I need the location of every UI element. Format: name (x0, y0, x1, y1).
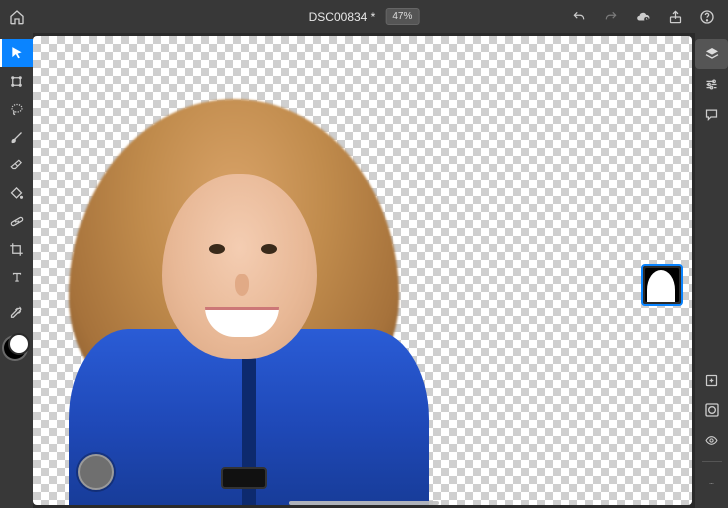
sliders-icon (704, 77, 719, 92)
healing-tool[interactable] (0, 207, 33, 235)
lasso-tool[interactable] (0, 95, 33, 123)
color-swatches[interactable] (4, 327, 30, 355)
zoom-level[interactable]: 47% (385, 8, 419, 25)
eyedropper-tool[interactable] (0, 299, 33, 327)
touch-shortcut[interactable] (78, 454, 114, 490)
left-toolbar (0, 33, 33, 508)
crop-icon (9, 242, 24, 257)
document-title: DSC00834 * (309, 10, 376, 24)
help-icon (699, 9, 715, 25)
cursor-icon (10, 45, 24, 61)
more-icon (704, 481, 719, 486)
undo-button[interactable] (570, 8, 588, 26)
transform-icon (9, 74, 24, 89)
share-icon (668, 9, 683, 25)
lasso-icon (9, 102, 25, 117)
brush-tool[interactable] (0, 123, 33, 151)
crop-tool[interactable] (0, 235, 33, 263)
divider (702, 461, 722, 462)
top-bar: DSC00834 * 47% (0, 0, 728, 33)
home-icon (9, 9, 25, 25)
workspace (0, 33, 728, 508)
layer-thumbnail[interactable] (641, 264, 683, 306)
home-button[interactable] (0, 0, 33, 33)
eraser-icon (9, 158, 24, 172)
mask-toggle-button[interactable] (695, 395, 728, 425)
type-tool[interactable] (0, 263, 33, 291)
transform-tool[interactable] (0, 67, 33, 95)
canvas-area (33, 33, 695, 508)
cloud-sync-button[interactable] (634, 8, 652, 26)
add-layer-button[interactable] (695, 365, 728, 395)
paint-bucket-icon (9, 186, 24, 201)
app-window: DSC00834 * 47% (0, 0, 728, 508)
brush-icon (9, 130, 24, 145)
share-button[interactable] (666, 8, 684, 26)
foreground-color[interactable] (8, 333, 30, 355)
fill-tool[interactable] (0, 179, 33, 207)
bandage-icon (9, 214, 25, 229)
eyedropper-icon (9, 306, 24, 321)
image-subject (33, 89, 459, 505)
cloud-sync-icon (634, 10, 652, 24)
undo-icon (571, 10, 587, 24)
eraser-tool[interactable] (0, 151, 33, 179)
redo-icon (603, 10, 619, 24)
move-tool[interactable] (0, 39, 33, 67)
redo-button[interactable] (602, 8, 620, 26)
canvas[interactable] (33, 36, 692, 505)
type-icon (10, 270, 24, 284)
layers-icon (704, 46, 720, 62)
mask-circle-icon (704, 402, 720, 418)
comments-button[interactable] (695, 99, 728, 129)
layer-properties-button[interactable] (695, 69, 728, 99)
plus-box-icon (704, 373, 719, 388)
comment-icon (704, 107, 719, 122)
document-info: DSC00834 * 47% (309, 8, 420, 25)
more-actions-button[interactable] (695, 468, 728, 498)
help-button[interactable] (698, 8, 716, 26)
eye-icon (703, 434, 720, 447)
layers-panel-button[interactable] (695, 39, 728, 69)
visibility-button[interactable] (695, 425, 728, 455)
right-toolbar (695, 33, 728, 508)
layer-mask-icon (645, 268, 679, 302)
home-indicator (289, 501, 439, 505)
